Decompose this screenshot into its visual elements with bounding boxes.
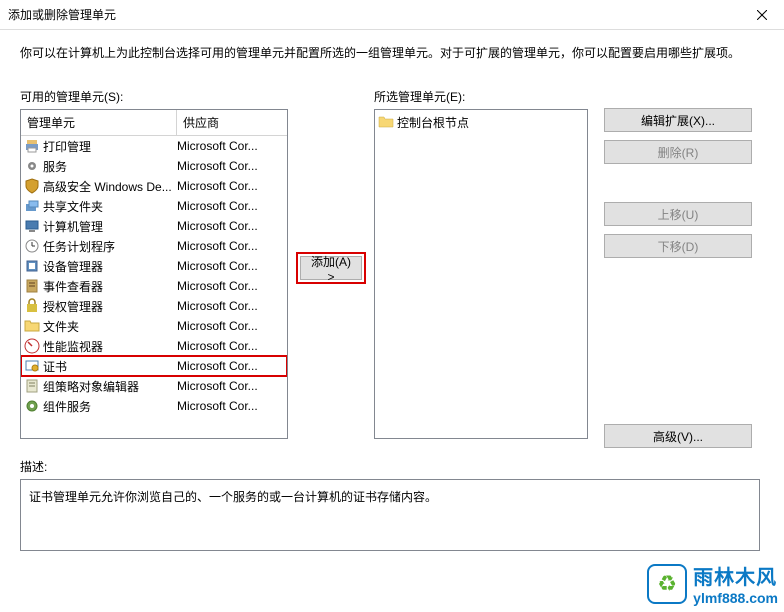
col-header-vendor[interactable]: 供应商 [177, 110, 287, 135]
item-vendor: Microsoft Cor... [177, 379, 287, 393]
list-item[interactable]: 性能监视器Microsoft Cor... [21, 336, 287, 356]
item-name: 性能监视器 [43, 338, 177, 355]
item-vendor: Microsoft Cor... [177, 179, 287, 193]
watermark-logo: ♻ [647, 564, 687, 604]
list-item[interactable]: 组策略对象编辑器Microsoft Cor... [21, 376, 287, 396]
window-title: 添加或删除管理单元 [8, 6, 116, 23]
gear-icon [24, 158, 40, 174]
list-item[interactable]: 事件查看器Microsoft Cor... [21, 276, 287, 296]
component-icon [24, 398, 40, 414]
col-header-name[interactable]: 管理单元 [21, 110, 177, 135]
item-vendor: Microsoft Cor... [177, 279, 287, 293]
list-item[interactable]: 计算机管理Microsoft Cor... [21, 216, 287, 236]
printer-icon [24, 138, 40, 154]
item-vendor: Microsoft Cor... [177, 239, 287, 253]
policy-icon [24, 378, 40, 394]
item-vendor: Microsoft Cor... [177, 399, 287, 413]
item-name: 组件服务 [43, 398, 177, 415]
selected-label: 所选管理单元(E): [374, 88, 588, 105]
item-vendor: Microsoft Cor... [177, 219, 287, 233]
item-vendor: Microsoft Cor... [177, 299, 287, 313]
item-vendor: Microsoft Cor... [177, 199, 287, 213]
watermark: ♻ 雨林木风 ylmf888.com [647, 561, 778, 606]
list-item[interactable]: 授权管理器Microsoft Cor... [21, 296, 287, 316]
item-name: 文件夹 [43, 318, 177, 335]
tree-item-label: 控制台根节点 [397, 114, 469, 131]
shield-icon [24, 178, 40, 194]
event-icon [24, 278, 40, 294]
item-vendor: Microsoft Cor... [177, 259, 287, 273]
available-snapins-list[interactable]: 管理单元 供应商 打印管理Microsoft Cor...服务Microsoft… [20, 109, 288, 439]
item-name: 事件查看器 [43, 278, 177, 295]
item-name: 计算机管理 [43, 218, 177, 235]
description-text: 证书管理单元允许你浏览自己的、一个服务的或一台计算机的证书存储内容。 [29, 490, 437, 504]
close-button[interactable] [739, 0, 784, 30]
list-item[interactable]: 设备管理器Microsoft Cor... [21, 256, 287, 276]
device-icon [24, 258, 40, 274]
item-name: 证书 [43, 358, 177, 375]
item-vendor: Microsoft Cor... [177, 159, 287, 173]
description-box: 证书管理单元允许你浏览自己的、一个服务的或一台计算机的证书存储内容。 [20, 479, 760, 551]
watermark-cn: 雨林木风 [693, 561, 778, 590]
selected-snapins-tree[interactable]: 控制台根节点 [374, 109, 588, 439]
share-icon [24, 198, 40, 214]
watermark-url: ylmf888.com [693, 590, 778, 606]
item-name: 组策略对象编辑器 [43, 378, 177, 395]
available-label: 可用的管理单元(S): [20, 88, 288, 105]
remove-button[interactable]: 删除(R) [604, 140, 752, 164]
instruction-text: 你可以在计算机上为此控制台选择可用的管理单元并配置所选的一组管理单元。对于可扩展… [20, 44, 764, 62]
add-button[interactable]: 添加(A) > [300, 256, 362, 280]
item-vendor: Microsoft Cor... [177, 359, 287, 373]
task-icon [24, 238, 40, 254]
list-item[interactable]: 打印管理Microsoft Cor... [21, 136, 287, 156]
move-up-button[interactable]: 上移(U) [604, 202, 752, 226]
item-vendor: Microsoft Cor... [177, 339, 287, 353]
list-item[interactable]: 高级安全 Windows De...Microsoft Cor... [21, 176, 287, 196]
item-name: 打印管理 [43, 138, 177, 155]
item-name: 高级安全 Windows De... [43, 178, 177, 195]
item-vendor: Microsoft Cor... [177, 319, 287, 333]
folder-icon [24, 318, 40, 334]
item-name: 授权管理器 [43, 298, 177, 315]
item-name: 任务计划程序 [43, 238, 177, 255]
console-root-node[interactable]: 控制台根节点 [378, 113, 584, 131]
folder-icon [378, 114, 394, 130]
list-item[interactable]: 文件夹Microsoft Cor... [21, 316, 287, 336]
item-name: 共享文件夹 [43, 198, 177, 215]
list-item[interactable]: 任务计划程序Microsoft Cor... [21, 236, 287, 256]
perf-icon [24, 338, 40, 354]
item-vendor: Microsoft Cor... [177, 139, 287, 153]
list-item[interactable]: 组件服务Microsoft Cor... [21, 396, 287, 416]
list-item[interactable]: 共享文件夹Microsoft Cor... [21, 196, 287, 216]
description-label: 描述: [20, 458, 764, 475]
item-name: 设备管理器 [43, 258, 177, 275]
item-name: 服务 [43, 158, 177, 175]
add-button-highlight: 添加(A) > [296, 252, 366, 284]
list-item[interactable]: 证书Microsoft Cor... [21, 356, 287, 376]
cert-icon [24, 358, 40, 374]
move-down-button[interactable]: 下移(D) [604, 234, 752, 258]
advanced-button[interactable]: 高级(V)... [604, 424, 752, 448]
auth-icon [24, 298, 40, 314]
computer-icon [24, 218, 40, 234]
list-item[interactable]: 服务Microsoft Cor... [21, 156, 287, 176]
edit-extensions-button[interactable]: 编辑扩展(X)... [604, 108, 752, 132]
